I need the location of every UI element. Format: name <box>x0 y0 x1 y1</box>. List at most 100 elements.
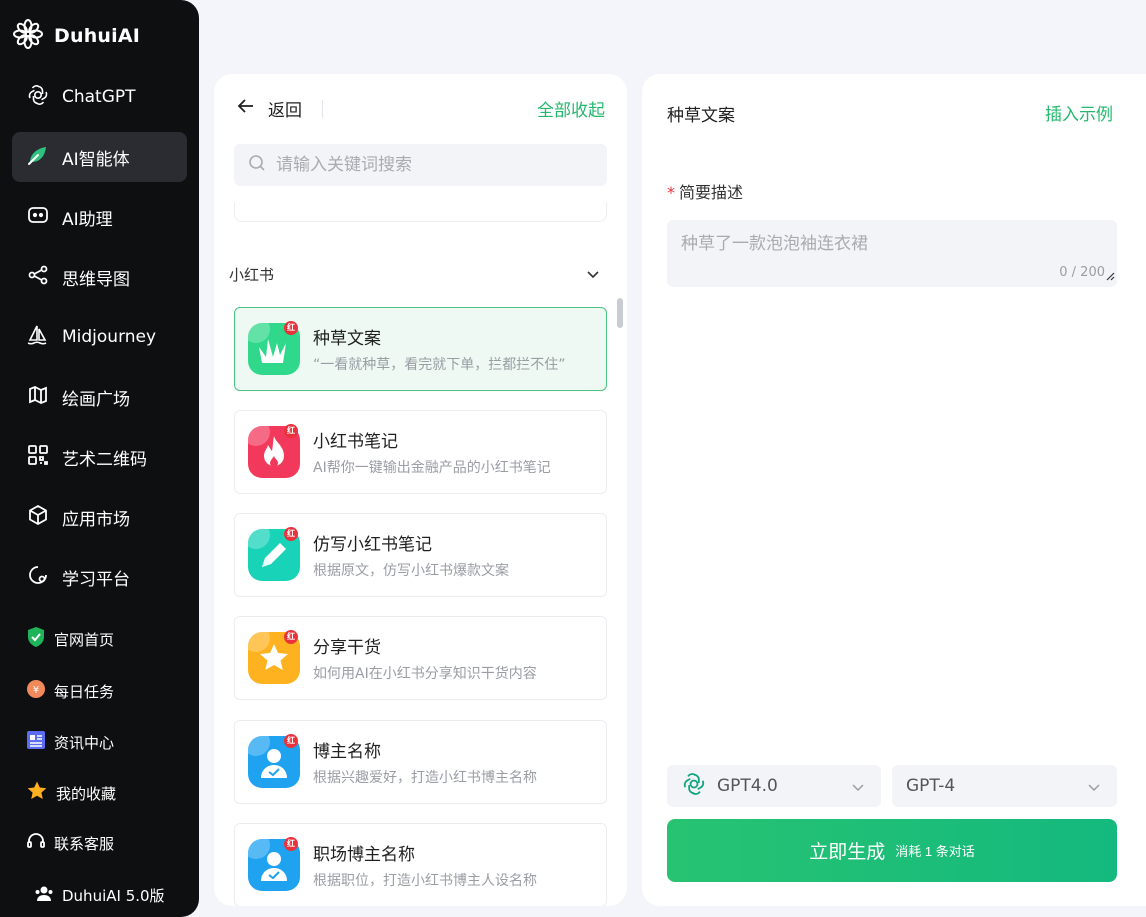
agent-card[interactable]: 红 职场博主名称 根据职位，打造小红书博主人设名称 <box>234 823 607 906</box>
agent-card[interactable]: 红 小红书笔记 AI帮你一键输出金融产品的小红书笔记 <box>234 410 607 494</box>
sidebar-item-label: 每日任务 <box>54 682 115 701</box>
chevron-down-icon <box>851 779 865 799</box>
version-select-value: GPT-4 <box>906 776 956 796</box>
agent-card[interactable]: 红 分享干货 如何用AI在小红书分享知识干货内容 <box>234 616 607 700</box>
model-select-value: GPT4.0 <box>717 776 778 796</box>
generate-label: 立即生成 <box>809 842 886 863</box>
sidebar-item-label: 艺术二维码 <box>62 449 147 470</box>
sailboat-icon <box>26 323 50 352</box>
sidebar-item-support[interactable]: 联系客服 <box>26 831 114 855</box>
team-icon <box>34 883 54 907</box>
robot-icon <box>26 203 50 232</box>
sidebar-item-learning[interactable]: 学习平台 <box>12 552 187 602</box>
agent-card[interactable]: 红 博主名称 根据兴趣爱好，打造小红书博主名称 <box>234 720 607 804</box>
sidebar-item-ai-assistant[interactable]: AI助理 <box>12 192 187 242</box>
sidebar: DuhuiAI ChatGPT AI智能体 AI助理 思维导图 Midjourn… <box>0 0 199 917</box>
card-desc: “一看就种草，看完就下单，拦都拦不住” <box>313 357 566 373</box>
card-title: 小红书笔记 <box>313 432 398 452</box>
card-desc: 根据兴趣爱好，打造小红书博主名称 <box>313 770 537 786</box>
card-title: 仿写小红书笔记 <box>313 535 432 555</box>
divider <box>322 100 323 118</box>
badge: 红 <box>284 734 298 748</box>
learn-icon <box>26 563 50 592</box>
agent-list-panel: 返回 全部收起 小红书 红 种草文案 “一看就种草，看完就下单，拦都拦 <box>214 74 627 906</box>
sidebar-item-app-market[interactable]: 应用市场 <box>12 492 187 542</box>
sidebar-item-label: 联系客服 <box>54 834 115 853</box>
generate-button[interactable]: 立即生成 消耗 1 条对话 <box>667 819 1117 882</box>
coin-icon: ¥ <box>26 678 46 704</box>
news-icon <box>26 729 46 755</box>
model-select[interactable]: GPT4.0 <box>667 765 881 807</box>
badge: 红 <box>284 837 298 851</box>
sidebar-item-painting-square[interactable]: 绘画广场 <box>12 372 187 422</box>
search-icon <box>248 154 266 176</box>
search-input[interactable] <box>276 155 576 175</box>
svg-text:¥: ¥ <box>33 685 39 696</box>
sidebar-item-ai-agent[interactable]: AI智能体 <box>12 132 187 182</box>
flower-logo-icon <box>12 18 44 54</box>
sidebar-item-homepage[interactable]: 官网首页 <box>26 626 114 652</box>
leaf-icon <box>26 143 50 172</box>
openai-icon <box>26 83 50 112</box>
map-icon <box>26 383 50 412</box>
card-title: 种草文案 <box>313 329 381 349</box>
sidebar-item-label: Midjourney <box>62 327 157 347</box>
badge: 红 <box>284 424 298 438</box>
sidebar-item-daily-task[interactable]: ¥ 每日任务 <box>26 678 114 704</box>
version-select[interactable]: GPT-4 <box>892 765 1117 807</box>
sidebar-item-mindmap[interactable]: 思维导图 <box>12 252 187 302</box>
qrcode-icon <box>26 443 50 472</box>
back-label: 返回 <box>268 101 302 121</box>
arrow-left-icon <box>236 96 256 121</box>
brand[interactable]: DuhuiAI <box>12 18 140 54</box>
card-title: 博主名称 <box>313 742 381 762</box>
field-label-text: 简要描述 <box>679 183 744 202</box>
sidebar-item-favorites[interactable]: 我的收藏 <box>26 780 116 806</box>
sidebar-item-chatgpt[interactable]: ChatGPT <box>12 72 187 122</box>
scrollbar[interactable] <box>617 298 623 328</box>
card-desc: AI帮你一键输出金融产品的小红书笔记 <box>313 460 551 476</box>
agent-form-panel: 种草文案 插入示例 *简要描述 0 / 200 GPT4.0 GPT-4 立即生 <box>642 74 1146 906</box>
version-text: DuhuiAI 5.0版 <box>62 886 165 905</box>
agent-card[interactable]: 红 种草文案 “一看就种草，看完就下单，拦都拦不住” <box>234 307 607 391</box>
badge: 红 <box>284 527 298 541</box>
generate-cost: 消耗 1 条对话 <box>895 844 975 859</box>
form-title: 种草文案 <box>667 106 735 126</box>
version-label[interactable]: DuhuiAI 5.0版 <box>34 883 165 907</box>
search-box[interactable] <box>234 144 607 186</box>
sidebar-item-label: ChatGPT <box>62 87 136 107</box>
chevron-down-icon[interactable] <box>585 266 601 286</box>
collapse-all-button[interactable]: 全部收起 <box>537 96 605 121</box>
headset-icon <box>26 831 46 855</box>
description-field: 0 / 200 <box>667 220 1117 287</box>
cube-icon <box>26 503 50 532</box>
sidebar-item-news[interactable]: 资讯中心 <box>26 729 114 755</box>
badge: 红 <box>284 321 298 335</box>
card-desc: 根据原文，仿写小红书爆款文案 <box>313 563 509 579</box>
resize-handle-icon[interactable] <box>1105 266 1115 285</box>
sidebar-item-label: 我的收藏 <box>56 784 117 803</box>
previous-card-edge <box>234 202 607 222</box>
sidebar-item-label: 官网首页 <box>54 630 115 649</box>
openai-icon <box>681 771 707 802</box>
star-icon <box>26 780 48 806</box>
char-counter: 0 / 200 <box>1059 265 1105 280</box>
sidebar-item-label: AI助理 <box>62 209 113 230</box>
sidebar-item-label: 应用市场 <box>62 509 130 530</box>
mindmap-icon <box>26 263 50 292</box>
insert-example-button[interactable]: 插入示例 <box>1045 100 1113 125</box>
back-button[interactable]: 返回 <box>236 96 302 121</box>
card-title: 分享干货 <box>313 638 381 658</box>
sidebar-item-label: AI智能体 <box>62 149 130 170</box>
chevron-down-icon <box>1087 779 1101 799</box>
sidebar-item-label: 资讯中心 <box>54 733 115 752</box>
sidebar-item-label: 思维导图 <box>62 269 130 290</box>
card-title: 职场博主名称 <box>313 845 415 865</box>
sidebar-item-art-qrcode[interactable]: 艺术二维码 <box>12 432 187 482</box>
description-textarea[interactable] <box>667 220 1117 287</box>
agent-card[interactable]: 红 仿写小红书笔记 根据原文，仿写小红书爆款文案 <box>234 513 607 597</box>
sidebar-item-midjourney[interactable]: Midjourney <box>12 312 187 362</box>
required-mark: * <box>667 183 675 202</box>
badge: 红 <box>284 630 298 644</box>
sidebar-item-label: 绘画广场 <box>62 389 130 410</box>
